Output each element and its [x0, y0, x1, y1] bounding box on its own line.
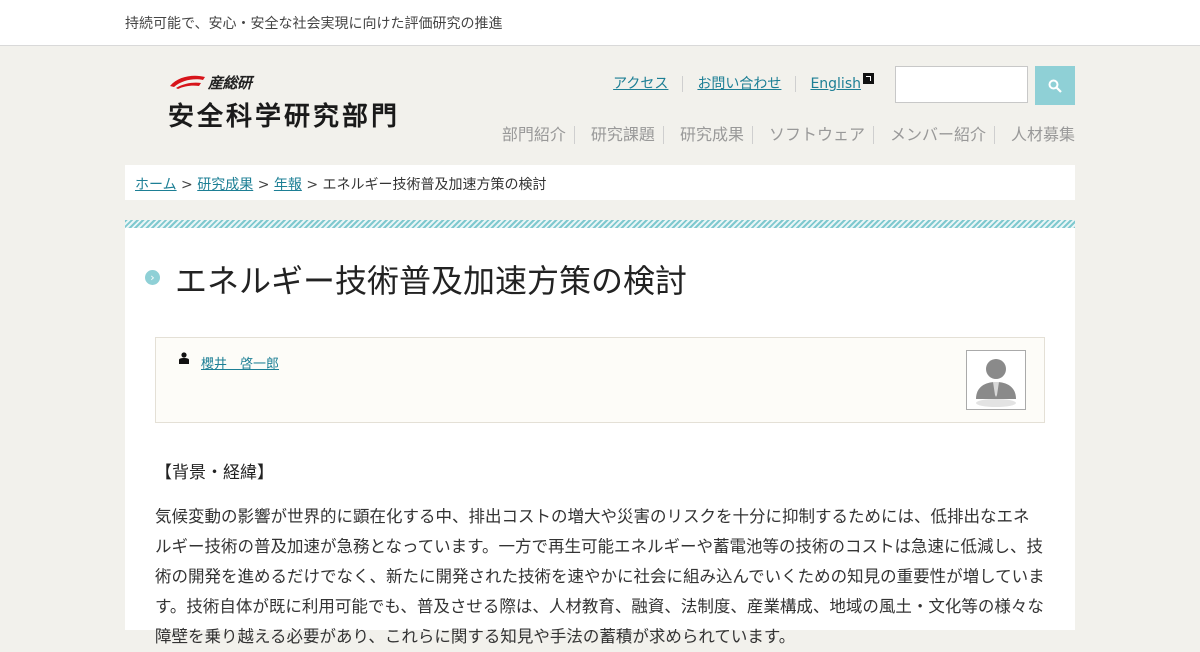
section-heading: 【背景・経緯】 [155, 463, 274, 483]
search-icon [1048, 79, 1062, 93]
logo-org-name: 産総研 [208, 74, 252, 92]
breadcrumb-separator: > [257, 177, 270, 193]
search-input[interactable] [895, 66, 1028, 103]
breadcrumb-home[interactable]: ホーム [135, 177, 177, 193]
breadcrumb-separator: > [306, 177, 319, 193]
breadcrumb: ホーム > 研究成果 > 年報 > エネルギー技術普及加速方策の検討 [125, 165, 1075, 200]
article-content: › エネルギー技術普及加速方策の検討 櫻井 啓一郎 【背景・経緯】 気候変動の影… [125, 228, 1075, 646]
nav-item-software[interactable]: ソフトウェア [751, 126, 873, 144]
chevron-right-icon: › [145, 270, 160, 285]
logo-department-name: 安全科学研究部門 [168, 102, 401, 132]
site-logo[interactable]: 産総研 安全科学研究部門 [168, 72, 438, 132]
author-avatar[interactable] [966, 350, 1026, 410]
breadcrumb-separator: > [181, 177, 193, 193]
nav-item-members[interactable]: メンバー紹介 [872, 126, 994, 144]
utility-nav: アクセス お問い合わせ English [599, 73, 874, 92]
author-link[interactable]: 櫻井 啓一郎 [201, 353, 279, 372]
site-tagline: 持続可能で、安心・安全な社会実現に向けた評価研究の推進 [125, 16, 503, 32]
english-link-label: English [810, 76, 861, 92]
search-button[interactable] [1035, 66, 1075, 105]
page-title: エネルギー技術普及加速方策の検討 [175, 262, 688, 300]
decorative-stripe [125, 220, 1075, 228]
top-bar: 持続可能で、安心・安全な社会実現に向けた評価研究の推進 [0, 0, 1200, 46]
nav-item-research-topics[interactable]: 研究課題 [573, 126, 663, 144]
nav-item-about[interactable]: 部門紹介 [502, 126, 574, 144]
nav-item-recruitment[interactable]: 人材募集 [993, 126, 1075, 144]
contact-link[interactable]: お問い合わせ [682, 76, 795, 92]
english-link[interactable]: English [795, 73, 874, 92]
author-box: 櫻井 啓一郎 [155, 337, 1045, 423]
avatar-placeholder-icon [967, 351, 1025, 409]
access-link[interactable]: アクセス [599, 76, 682, 92]
breadcrumb-annual-report[interactable]: 年報 [274, 177, 302, 193]
aist-swoosh-icon [170, 75, 205, 89]
person-icon [179, 352, 189, 364]
breadcrumb-current: エネルギー技術普及加速方策の検討 [322, 177, 547, 193]
external-link-icon [863, 73, 874, 84]
main-nav: 部門紹介 研究課題 研究成果 ソフトウェア メンバー紹介 人材募集 [502, 126, 1075, 144]
nav-item-research-results[interactable]: 研究成果 [662, 126, 752, 144]
breadcrumb-research-results[interactable]: 研究成果 [197, 177, 253, 193]
